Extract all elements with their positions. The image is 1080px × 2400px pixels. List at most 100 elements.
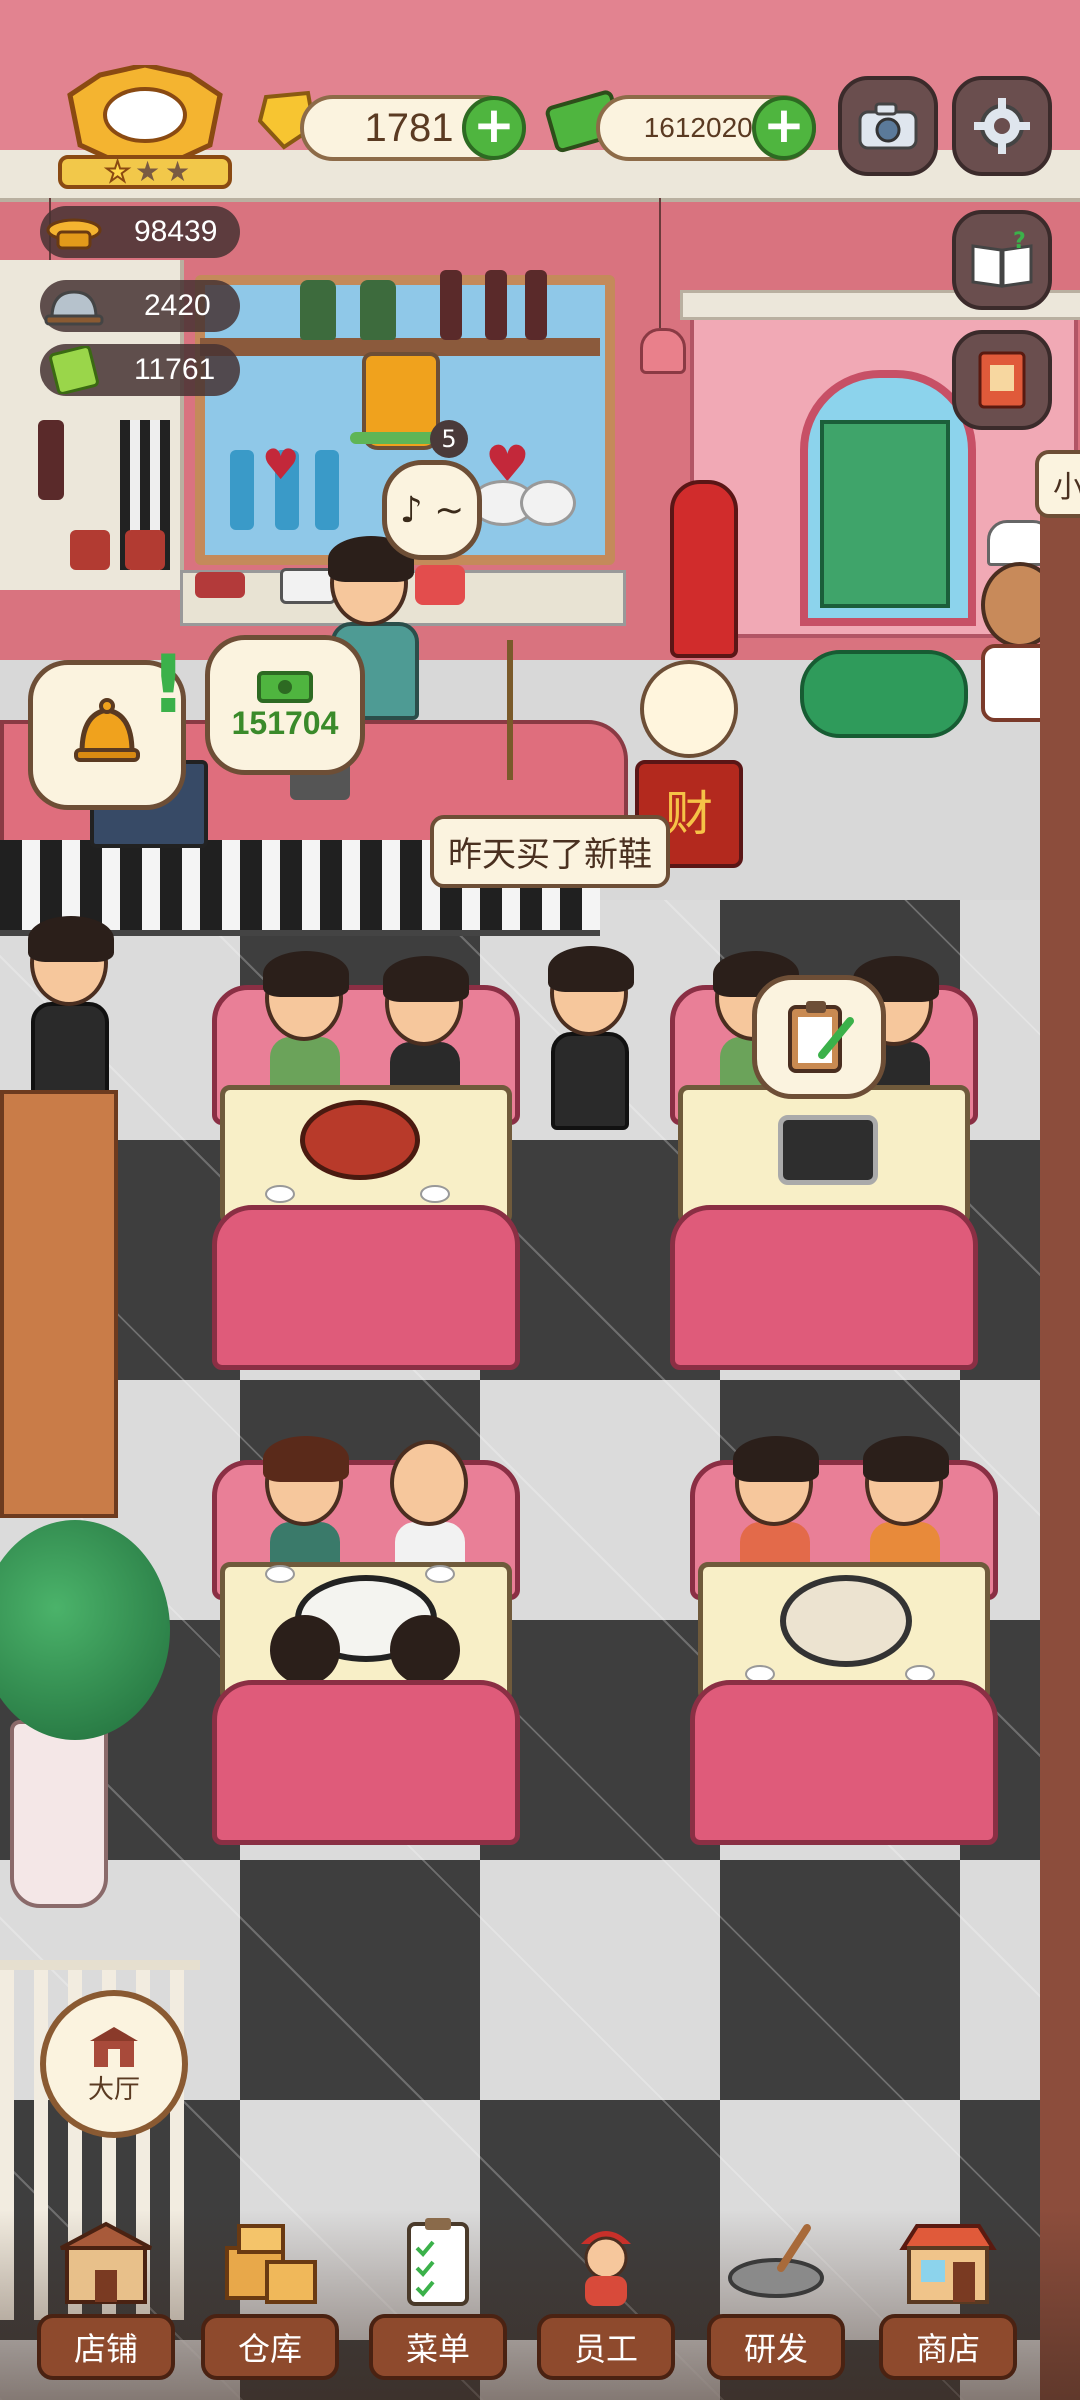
help-guide-button[interactable]: ? xyxy=(952,210,1052,310)
pendant-lamp xyxy=(640,198,686,378)
water-bottle xyxy=(315,450,339,530)
wine-bottle xyxy=(38,420,64,500)
gems-value: 1781 xyxy=(364,105,454,150)
add-gems-button[interactable]: + xyxy=(462,96,526,160)
juice-count-badge: 5 xyxy=(430,420,468,458)
chef-hat-star-badge-icon: ★ ★ ★ xyxy=(58,62,232,189)
recipe-book-icon xyxy=(978,351,1026,409)
gear-icon xyxy=(974,98,1030,154)
nav-menu-button[interactable]: 菜单 xyxy=(368,2210,508,2380)
stat-row-book: 11761 xyxy=(40,344,240,396)
mailbox xyxy=(670,480,738,658)
flower-box xyxy=(415,565,465,605)
spice-shelf xyxy=(0,1090,118,1518)
water-bottle xyxy=(230,450,254,530)
pot-icon xyxy=(46,218,102,250)
camera-icon xyxy=(858,102,918,150)
camera-button[interactable] xyxy=(838,76,938,176)
wine-bottle xyxy=(440,270,462,340)
music-note-bubble: ♪ ~ xyxy=(382,460,482,560)
svg-text:★: ★ xyxy=(105,155,130,188)
clipboard-pen-icon xyxy=(788,1001,854,1073)
customer[interactable] xyxy=(263,1436,349,1582)
svg-text:★: ★ xyxy=(135,155,160,188)
staff-chef-icon xyxy=(581,2231,631,2306)
hall-building-icon xyxy=(90,2026,138,2067)
edge-speech-bubble: 小 xyxy=(1035,450,1080,518)
plate xyxy=(425,1565,455,1583)
recipe-book-button[interactable] xyxy=(952,330,1052,430)
customer[interactable] xyxy=(383,956,469,1102)
door-curtain xyxy=(820,420,950,608)
bottle xyxy=(300,280,336,340)
customer-back-head[interactable] xyxy=(270,1615,340,1685)
booth-front xyxy=(212,1205,520,1370)
waiter-black[interactable] xyxy=(548,946,634,1130)
nav-store-label: 商店 xyxy=(879,2314,1017,2380)
wine-bottle xyxy=(485,270,507,340)
nav-warehouse-button[interactable]: 仓库 xyxy=(200,2210,340,2380)
booth-front xyxy=(670,1205,978,1370)
bell-icon xyxy=(74,698,140,762)
empty-stove xyxy=(778,1115,878,1185)
plate xyxy=(420,1185,450,1203)
right-wall xyxy=(1040,460,1080,2400)
heart-decoration: ♥ xyxy=(262,440,300,489)
order-request-bubble[interactable] xyxy=(752,975,886,1099)
cash-value: 16120204 xyxy=(643,112,769,143)
menu-clipboard-icon xyxy=(407,2218,469,2306)
plate-stack xyxy=(520,480,576,526)
nav-shop-button[interactable]: 店铺 xyxy=(36,2210,176,2380)
stat-cloche-value: 2420 xyxy=(144,289,211,322)
booth-front xyxy=(690,1680,998,1845)
tray xyxy=(195,572,245,598)
earnings-bubble[interactable]: 151704 xyxy=(205,635,365,775)
svg-text:★: ★ xyxy=(165,155,190,188)
hall-label: 大厅 xyxy=(87,2074,140,2105)
customer[interactable] xyxy=(733,1436,819,1582)
add-cash-button[interactable]: + xyxy=(752,96,816,160)
nav-staff-label: 员工 xyxy=(537,2314,675,2380)
restaurant-rank-badge[interactable]: ★ ★ ★ xyxy=(50,62,240,195)
nav-menu-label: 菜单 xyxy=(369,2314,507,2380)
settings-button[interactable] xyxy=(952,76,1052,176)
cloche-icon xyxy=(44,290,104,326)
cash-stack-icon xyxy=(257,670,313,703)
nav-shop-label: 店铺 xyxy=(37,2314,175,2380)
question-book-icon: ? xyxy=(971,230,1033,288)
mug xyxy=(70,530,110,570)
customer[interactable] xyxy=(390,1440,470,1582)
hall-button[interactable]: 大厅 xyxy=(40,1990,188,2138)
warehouse-boxes-icon xyxy=(225,2224,317,2304)
research-wok-icon xyxy=(728,2224,824,2298)
plate xyxy=(265,1185,295,1203)
customer-speech-bubble: 昨天买了新鞋 xyxy=(430,815,670,888)
stat-pot-value: 98439 xyxy=(134,215,218,248)
nav-warehouse-label: 仓库 xyxy=(201,2314,339,2380)
lucky-cat[interactable] xyxy=(640,660,738,758)
stat-row-cloche: 2420 xyxy=(40,280,240,332)
customer[interactable] xyxy=(863,1436,949,1582)
nav-store-button[interactable]: 商店 xyxy=(878,2210,1018,2380)
wine-bottle xyxy=(525,270,547,340)
plate xyxy=(265,1565,295,1583)
customer[interactable] xyxy=(263,951,349,1097)
book-icon xyxy=(49,346,99,394)
nav-research-button[interactable]: 研发 xyxy=(706,2210,846,2380)
booth-front xyxy=(212,1680,520,1845)
svg-text:?: ? xyxy=(1013,230,1026,254)
mug xyxy=(125,530,165,570)
stat-row-pot: 98439 xyxy=(40,206,240,258)
soup-dish[interactable] xyxy=(780,1575,912,1667)
bottle xyxy=(360,280,396,340)
earnings-value: 151704 xyxy=(231,704,339,741)
customer-back-head[interactable] xyxy=(390,1615,460,1685)
stat-book-value: 11761 xyxy=(134,353,216,386)
hotpot-dish[interactable] xyxy=(300,1100,420,1180)
alert-exclamation-icon: ! xyxy=(150,638,187,731)
shop-building-icon xyxy=(60,2221,152,2304)
green-rug xyxy=(800,650,968,738)
candelabra xyxy=(490,640,530,780)
nav-staff-button[interactable]: 员工 xyxy=(536,2210,676,2380)
store-stall-icon xyxy=(899,2224,997,2304)
